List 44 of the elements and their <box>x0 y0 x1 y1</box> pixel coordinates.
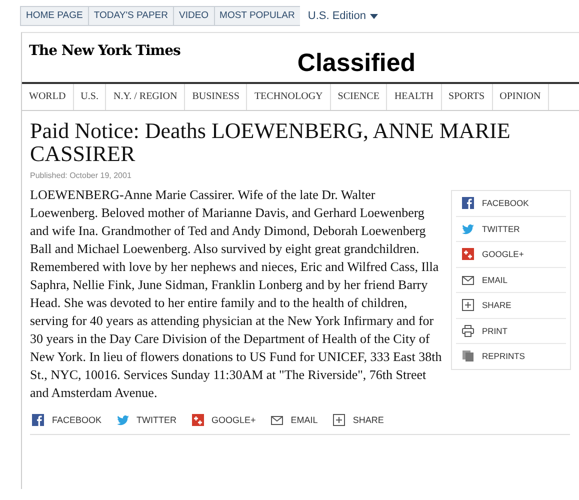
section-link[interactable]: U.S. <box>74 84 106 110</box>
section-title: Classified <box>297 49 416 79</box>
share-link[interactable]: REPRINTS <box>456 344 566 368</box>
google-plus-icon <box>192 414 204 426</box>
share-link[interactable]: PRINT <box>456 318 566 344</box>
section-link[interactable]: SPORTS <box>442 84 493 110</box>
section-link[interactable]: OPINION <box>492 84 549 110</box>
bird-icon <box>116 414 129 426</box>
bird-icon <box>462 222 474 235</box>
share-link[interactable]: GOOGLE+ <box>192 414 256 426</box>
share-link[interactable]: TWITTER <box>116 414 177 426</box>
printer-icon <box>462 324 474 337</box>
headline: Paid Notice: Deaths LOEWENBERG, ANNE MARIE CASSIRER <box>30 119 512 165</box>
envelope-icon <box>462 274 474 286</box>
nav-tab[interactable]: VIDEO <box>172 6 214 26</box>
google-plus-icon <box>462 248 474 260</box>
share-link[interactable]: SHARE <box>332 414 384 426</box>
envelope-icon <box>270 414 283 426</box>
nav-tab[interactable]: HOME PAGE <box>20 6 88 26</box>
nav-tab[interactable]: MOST POPULAR <box>214 6 300 26</box>
section-link[interactable]: SCIENCE <box>330 84 388 110</box>
edition-menu[interactable]: U.S. Edition <box>308 10 378 22</box>
caret-icon <box>370 14 378 18</box>
share-link[interactable]: EMAIL <box>456 268 566 293</box>
share-link[interactable]: FACEBOOK <box>32 414 102 426</box>
share-link[interactable]: FACEBOOK <box>456 191 566 216</box>
plus-square-icon <box>332 414 345 426</box>
section-link[interactable]: TECHNOLOGY <box>247 84 331 110</box>
pages-icon <box>462 350 474 362</box>
share-link[interactable]: EMAIL <box>270 414 318 426</box>
plus-square-icon <box>462 299 474 312</box>
facebook-icon <box>32 414 44 426</box>
section-link[interactable]: HEALTH <box>387 84 442 110</box>
section-link[interactable]: WORLD <box>22 84 74 110</box>
published-date: Published: October 19, 2001 <box>30 171 132 180</box>
share-link[interactable]: SHARE <box>456 293 566 318</box>
share-link[interactable]: TWITTER <box>456 216 566 242</box>
section-link[interactable]: N.Y. / REGION <box>106 84 186 110</box>
facebook-icon <box>462 197 474 210</box>
section-link[interactable]: BUSINESS <box>185 84 248 110</box>
share-link[interactable]: GOOGLE+ <box>456 242 566 268</box>
notice-text: LOEWENBERG-Anne Marie Cassirer. Wife of the late Dr. Walter Loewenberg. Beloved mother of Marianne Davis, and Gerhard Loewenberg and wife Ina. Grandmother of Ted and Andy Dimond, Deborah Loewenberg Ball and Michael Loewenberg. Also survived by eight great grandchildren. Remembered with love by her nephews and nieces, Eric and Wilfred Cass, Illa Saphra, Nellie Fink, June Sidman, Franklin Lonberg and by her friend Barry Head. She was devoted to her entire family and to the health of children, serving for 40 years as attending physician at the New York Infirmary and for 30 years in the Day Care Division of the Department of Health of the City of New York. In lieu of flowers donations to US Fund for UNICEF, 333 East 38th St., NYC, 10016. Services Sunday 11:30AM at "The Riverside", 76th Street and Amsterdam Avenue. <box>30 186 443 402</box>
logo[interactable]: The New York Times <box>29 43 180 61</box>
nav-tab[interactable]: TODAY'S PAPER <box>88 6 173 26</box>
